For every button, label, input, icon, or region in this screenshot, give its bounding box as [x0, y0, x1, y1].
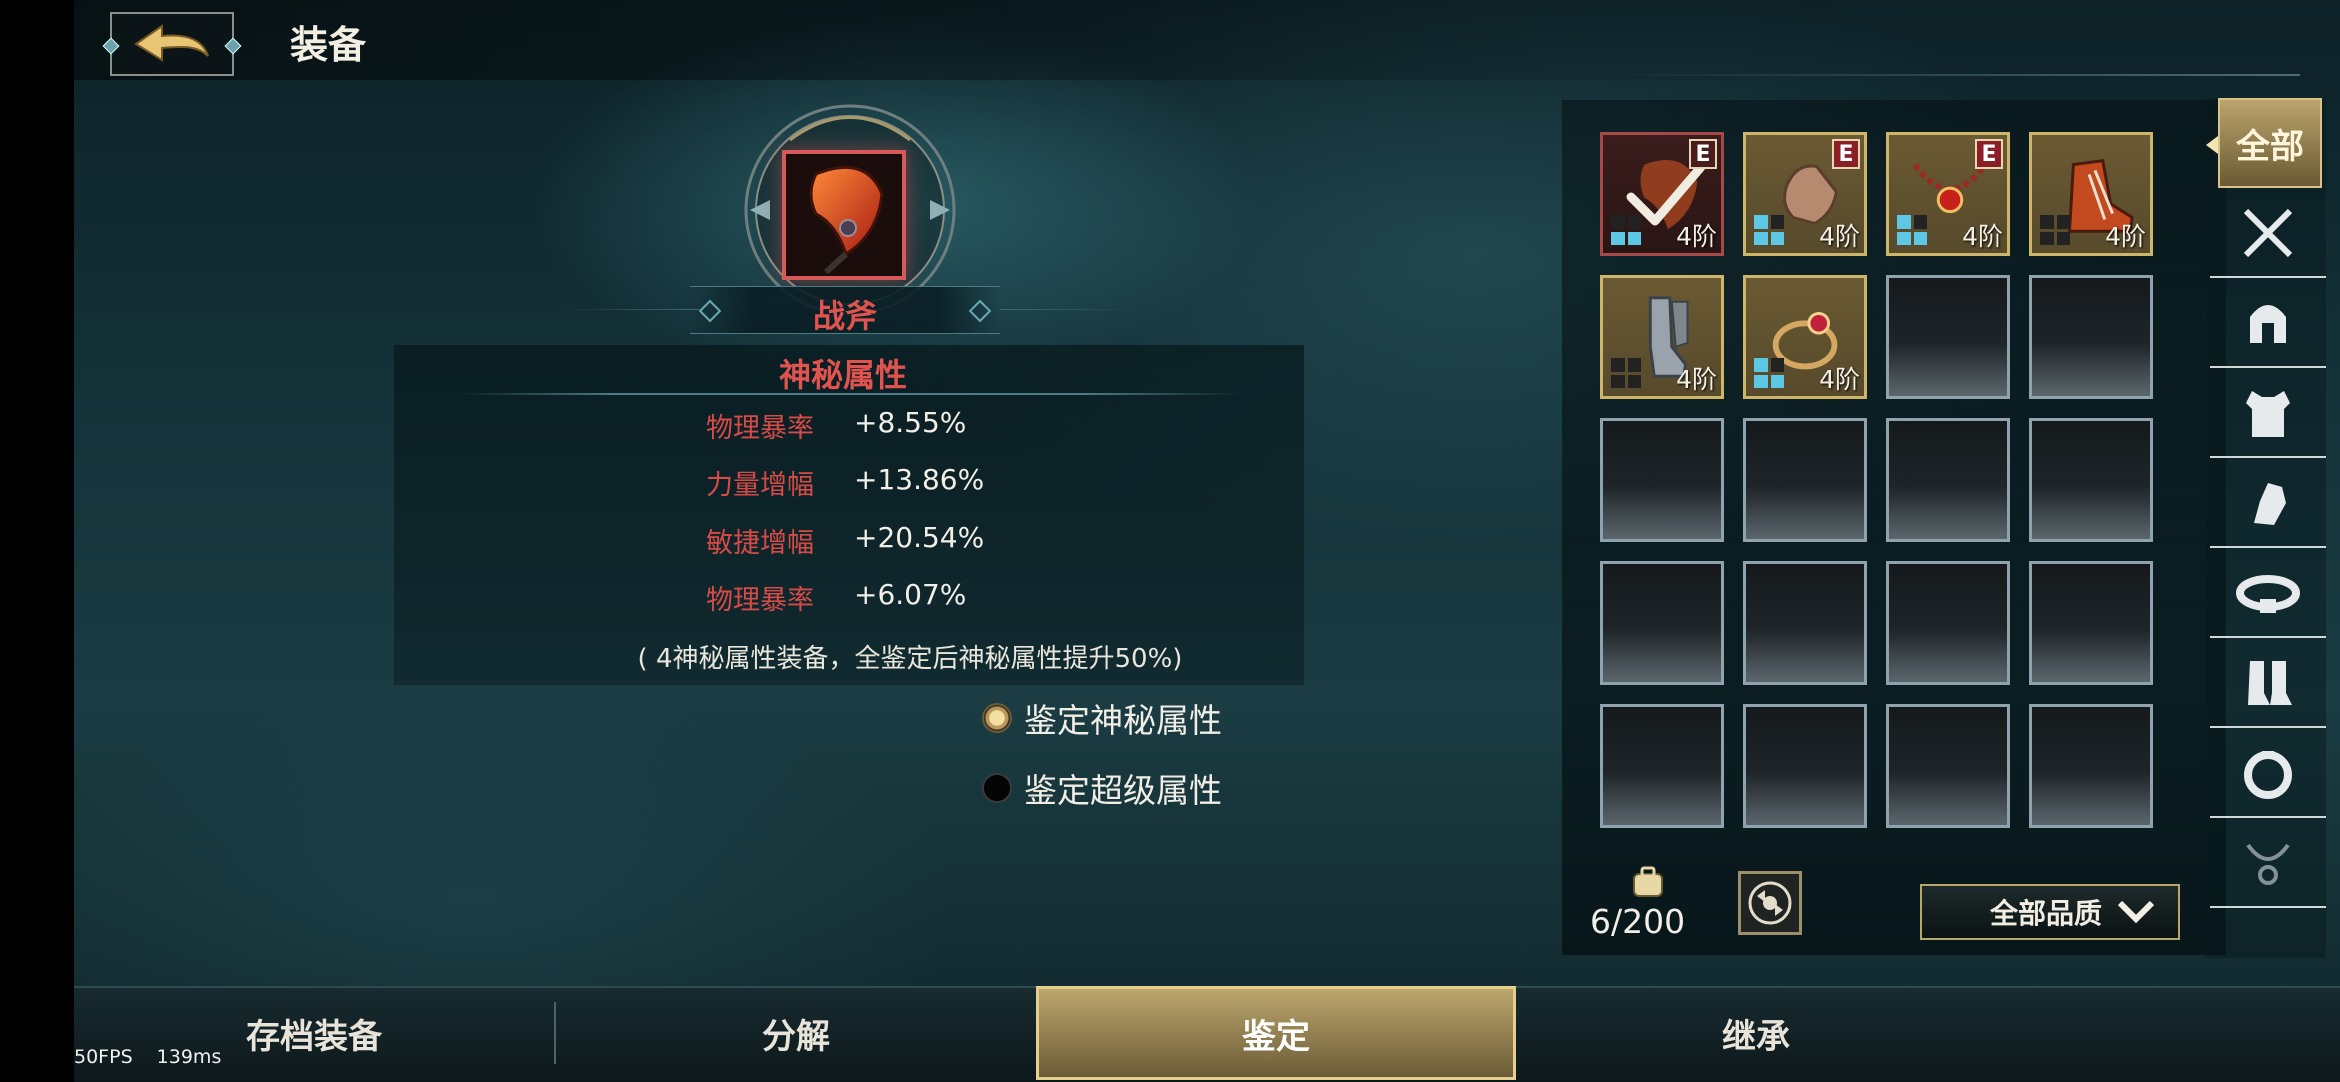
chevron-down-icon: [2117, 900, 2155, 924]
empty-slot[interactable]: [1743, 418, 1867, 542]
bag-icon: [1633, 866, 1663, 897]
gem-sockets: [1897, 215, 1927, 245]
radio-selected-icon: [982, 703, 1012, 733]
inventory-slot[interactable]: E 4阶: [1600, 132, 1724, 256]
inventory-slot[interactable]: E 4阶: [1743, 132, 1867, 256]
fps-value: 50FPS: [74, 1046, 133, 1068]
empty-slot[interactable]: [1886, 418, 2010, 542]
item-tier: 4阶: [1819, 365, 1860, 394]
empty-slot[interactable]: [1886, 275, 2010, 399]
item-name: 战斧: [812, 297, 877, 335]
category-tab-belt[interactable]: [2210, 550, 2326, 638]
empty-slot[interactable]: [1600, 704, 1724, 828]
divider: [1000, 309, 1140, 310]
ring-icon: [2244, 751, 2292, 799]
option-label: 鉴定超级属性: [1024, 771, 1222, 810]
empty-slot[interactable]: [2029, 418, 2153, 542]
empty-slot[interactable]: [2029, 704, 2153, 828]
gem-sockets: [1754, 358, 1784, 388]
attributes-note: ( 4神秘属性装备，全鉴定后神秘属性提升50%): [637, 644, 1183, 674]
necklace-icon: [2246, 843, 2290, 885]
page-title: 装备: [290, 23, 367, 67]
category-tab-ring[interactable]: [2210, 730, 2326, 818]
category-label: 全部: [2236, 126, 2304, 167]
attribute-row: 物理暴率 +6.07%: [74, 578, 1274, 618]
section-title: 神秘属性: [778, 356, 907, 394]
option-super-attributes[interactable]: 鉴定超级属性: [982, 766, 1222, 810]
inventory-slot[interactable]: 4阶: [2029, 132, 2153, 256]
item-tier: 4阶: [1819, 222, 1860, 251]
category-tab-gauntlet[interactable]: [2210, 460, 2326, 548]
pointer-icon: [2206, 136, 2218, 154]
quality-filter-label: 全部品质: [1989, 897, 2102, 930]
tab-inherit[interactable]: 继承: [1516, 986, 1996, 1080]
attribute-name: 物理暴率: [706, 585, 814, 616]
attributes-panel: [394, 345, 1304, 685]
category-tab-weapon[interactable]: [2210, 190, 2326, 278]
option-label: 鉴定神秘属性: [1024, 701, 1222, 740]
attribute-value: +13.86%: [854, 463, 985, 496]
empty-slot[interactable]: [1743, 561, 1867, 685]
item-tier: 4阶: [1962, 222, 2003, 251]
equipped-badge: E: [1975, 139, 2003, 169]
divider: [460, 393, 1240, 395]
empty-slot[interactable]: [1600, 418, 1724, 542]
gem-sockets: [1611, 358, 1641, 388]
back-button[interactable]: [110, 12, 234, 76]
category-tab-boots[interactable]: [2210, 640, 2326, 728]
inventory-slot[interactable]: 4阶: [1743, 275, 1867, 399]
item-tier: 4阶: [1676, 222, 1717, 251]
quality-filter-dropdown[interactable]: 全部品质: [1920, 884, 2180, 940]
empty-slot[interactable]: [2029, 275, 2153, 399]
empty-slot[interactable]: [1886, 704, 2010, 828]
divider: [560, 309, 700, 310]
item-tier: 4阶: [1676, 365, 1717, 394]
tab-identify[interactable]: 鉴定: [1036, 986, 1516, 1080]
battle-axe-icon: [809, 165, 884, 275]
category-tab-helmet[interactable]: [2210, 280, 2326, 368]
sort-icon: [1748, 881, 1792, 925]
boots-icon: [2248, 661, 2292, 705]
gem-sockets: [1611, 215, 1641, 245]
inventory-slot[interactable]: 4阶: [1600, 275, 1724, 399]
attribute-value: +8.55%: [854, 406, 967, 439]
back-arrow-icon: [134, 24, 209, 62]
crossed-swords-icon: [2243, 208, 2293, 258]
helmet-icon: [2250, 305, 2286, 343]
option-mystic-attributes[interactable]: 鉴定神秘属性: [982, 696, 1222, 740]
attribute-name: 力量增幅: [706, 470, 814, 501]
gauntlet-icon: [2254, 483, 2286, 525]
equipped-badge: E: [1689, 139, 1717, 169]
divider: [1600, 74, 2300, 76]
radio-unselected-icon: [982, 773, 1012, 803]
attribute-value: +6.07%: [854, 578, 967, 611]
tab-disassemble[interactable]: 分解: [556, 986, 1036, 1080]
item-tier: 4阶: [2105, 222, 2146, 251]
inventory-slot[interactable]: E 4阶: [1886, 132, 2010, 256]
attribute-row: 敏捷增幅 +20.54%: [74, 521, 1274, 561]
gem-sockets: [2040, 215, 2070, 245]
attribute-row: 物理暴率 +8.55%: [74, 406, 1274, 446]
equipped-badge: E: [1832, 139, 1860, 169]
armor-icon: [2246, 391, 2290, 437]
latency-value: 139ms: [156, 1046, 222, 1068]
empty-slot[interactable]: [1600, 561, 1724, 685]
bag-capacity: 6/200: [1590, 902, 1686, 941]
item-name-bar: 战斧: [690, 286, 1000, 335]
empty-slot[interactable]: [1743, 704, 1867, 828]
belt-icon: [2236, 575, 2300, 613]
empty-slot[interactable]: [2029, 561, 2153, 685]
attribute-value: +20.54%: [854, 521, 985, 554]
attribute-name: 物理暴率: [706, 413, 814, 444]
empty-slot[interactable]: [1886, 561, 2010, 685]
attribute-row: 力量增幅 +13.86%: [74, 463, 1274, 503]
sort-button[interactable]: [1738, 871, 1802, 935]
category-tab-all[interactable]: 全部: [2218, 98, 2322, 188]
category-tab-necklace[interactable]: [2210, 820, 2326, 908]
fps-overlay: 50FPS 139ms: [74, 1046, 239, 1068]
selected-item-frame: [782, 150, 906, 280]
gem-sockets: [1754, 215, 1784, 245]
category-tab-armor[interactable]: [2210, 370, 2326, 458]
attribute-name: 敏捷增幅: [706, 528, 814, 559]
